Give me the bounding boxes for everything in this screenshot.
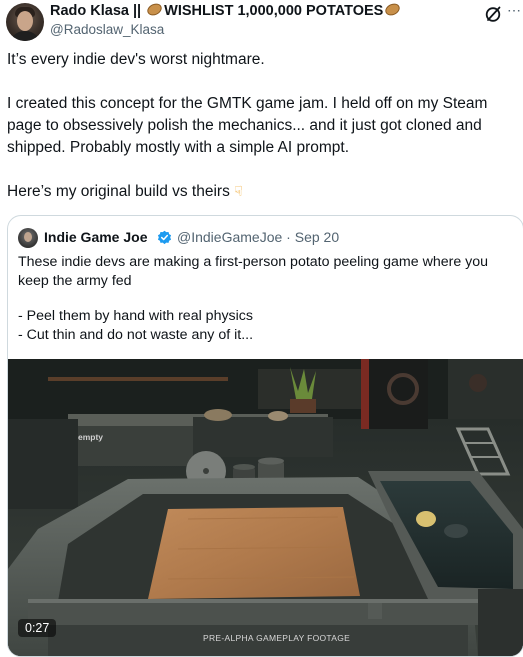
sign-label: empty — [78, 432, 104, 442]
pointing-down-emoji-icon: ☟ — [234, 183, 243, 199]
author-avatar[interactable] — [6, 3, 44, 41]
author-name-line[interactable]: Rado Klasa || WISHLIST 1,000,000 POTATOE… — [50, 1, 402, 19]
quoted-text-line: - Peel them by hand with real physics — [18, 308, 253, 324]
potato-emoji-icon — [145, 1, 164, 18]
potato-emoji-icon — [383, 1, 402, 18]
post-paragraph-2-line: shipped. Probably mostly with a simple A… — [7, 139, 350, 156]
grok-icon[interactable] — [483, 4, 503, 24]
video-overlay-label: PRE-ALPHA GAMEPLAY FOOTAGE — [203, 633, 351, 643]
quoted-avatar[interactable] — [18, 228, 38, 248]
quoted-text-line: - Cut thin and do not waste any of it... — [18, 327, 254, 343]
quoted-post[interactable]: Indie Game Joe @IndieGameJoe · Sep 20 Th… — [7, 215, 523, 657]
meta-separator: · — [286, 229, 291, 245]
more-icon[interactable]: ⋯ — [507, 2, 522, 19]
post-header: Rado Klasa || WISHLIST 1,000,000 POTATOE… — [0, 0, 523, 44]
video-duration-badge: 0:27 — [18, 619, 57, 637]
quoted-author-name[interactable]: Indie Game Joe — [44, 229, 147, 245]
video-player[interactable]: empty 0:27 PRE-ALPHA GAMEPLAY FOOTAGE — [8, 359, 523, 656]
post-paragraph-2-line: page to obsessively polish the mechanics… — [7, 117, 482, 134]
author-handle[interactable]: @Radoslaw_Klasa — [50, 22, 164, 37]
author-tag[interactable]: WISHLIST 1,000,000 POTATOES — [164, 3, 383, 19]
quoted-date[interactable]: Sep 20 — [295, 229, 339, 245]
post-paragraph-2: I created this concept for the GMTK game… — [7, 93, 517, 159]
video-frame — [8, 359, 523, 656]
quoted-text-line: These indie devs are making a first-pers… — [18, 254, 489, 270]
post-paragraph-2-line: I created this concept for the GMTK game… — [7, 95, 488, 112]
verified-badge-icon — [157, 230, 172, 245]
post-paragraph-3-text: Here’s my original build vs theirs — [7, 183, 230, 200]
quoted-handle[interactable]: @IndieGameJoe — [177, 229, 282, 245]
post-paragraph-3: Here’s my original build vs theirs ☟ — [7, 180, 243, 203]
author-name[interactable]: Rado Klasa || — [50, 3, 141, 19]
quoted-text-line: keep the army fed — [18, 273, 132, 289]
post-paragraph-1: It’s every indie dev's worst nightmare. — [7, 51, 265, 68]
quoted-meta: @IndieGameJoe · Sep 20 — [177, 229, 339, 245]
